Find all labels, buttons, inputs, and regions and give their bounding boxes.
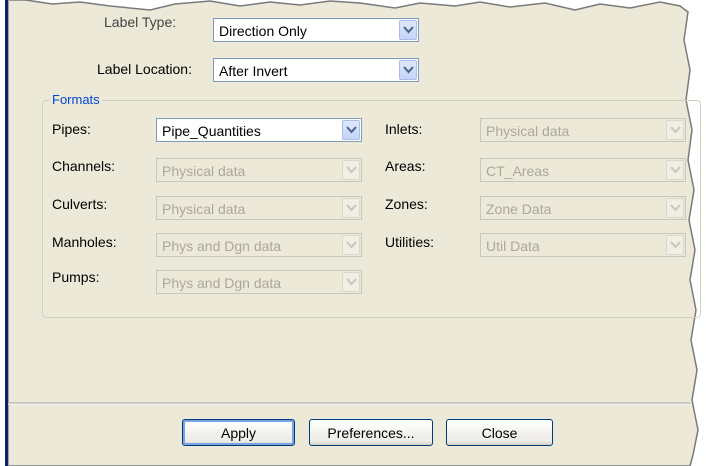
channels-label: Channels: [52, 158, 116, 174]
inlets-dropdown[interactable]: Physical data [480, 118, 686, 142]
culverts-value: Physical data [162, 201, 246, 217]
manholes-value: Phys and Dgn data [162, 238, 282, 254]
utilities-dropdown[interactable]: Util Data [480, 233, 686, 257]
chevron-down-icon[interactable] [342, 120, 360, 140]
label-location-dropdown[interactable]: After Invert [213, 58, 419, 82]
inlets-value: Physical data [486, 123, 570, 139]
label-type-label: Label Type: [104, 14, 177, 30]
culverts-dropdown[interactable]: Physical data [156, 196, 362, 220]
apply-button[interactable]: Apply [182, 419, 295, 446]
preferences-button[interactable]: Preferences... [309, 419, 433, 446]
channels-value: Physical data [162, 163, 246, 179]
chevron-down-icon [666, 120, 684, 140]
areas-value: CT_Areas [486, 163, 550, 179]
channels-dropdown[interactable]: Physical data [156, 158, 362, 182]
formats-title: Formats [50, 92, 102, 107]
chevron-down-icon [342, 160, 360, 180]
pipes-value: Pipe_Quantities [162, 123, 261, 139]
pumps-dropdown[interactable]: Phys and Dgn data [156, 270, 362, 294]
zones-dropdown[interactable]: Zone Data [480, 196, 686, 220]
label-type-dropdown[interactable]: Direction Only [213, 18, 419, 42]
pipes-dropdown[interactable]: Pipe_Quantities [156, 118, 362, 142]
label-location-value: After Invert [219, 63, 288, 79]
manholes-dropdown[interactable]: Phys and Dgn data [156, 233, 362, 257]
culverts-label: Culverts: [52, 196, 108, 212]
chevron-down-icon[interactable] [399, 60, 417, 80]
inlets-label: Inlets: [385, 121, 423, 137]
areas-dropdown[interactable]: CT_Areas [480, 158, 686, 182]
pumps-value: Phys and Dgn data [162, 275, 282, 291]
utilities-label: Utilities: [385, 234, 435, 250]
pipes-label: Pipes: [52, 121, 91, 137]
chevron-down-icon [342, 272, 360, 292]
chevron-down-icon [666, 198, 684, 218]
chevron-down-icon [666, 235, 684, 255]
label-location-label: Label Location: [97, 61, 192, 77]
chevron-down-icon[interactable] [399, 20, 417, 40]
chevron-down-icon [666, 160, 684, 180]
manholes-label: Manholes: [52, 234, 117, 250]
areas-label: Areas: [385, 158, 426, 174]
zones-label: Zones: [385, 196, 428, 212]
pumps-label: Pumps: [52, 269, 100, 285]
utilities-value: Util Data [486, 238, 540, 254]
chevron-down-icon [342, 198, 360, 218]
label-type-value: Direction Only [219, 23, 307, 39]
close-button[interactable]: Close [446, 419, 553, 446]
zones-value: Zone Data [486, 201, 552, 217]
chevron-down-icon [342, 235, 360, 255]
